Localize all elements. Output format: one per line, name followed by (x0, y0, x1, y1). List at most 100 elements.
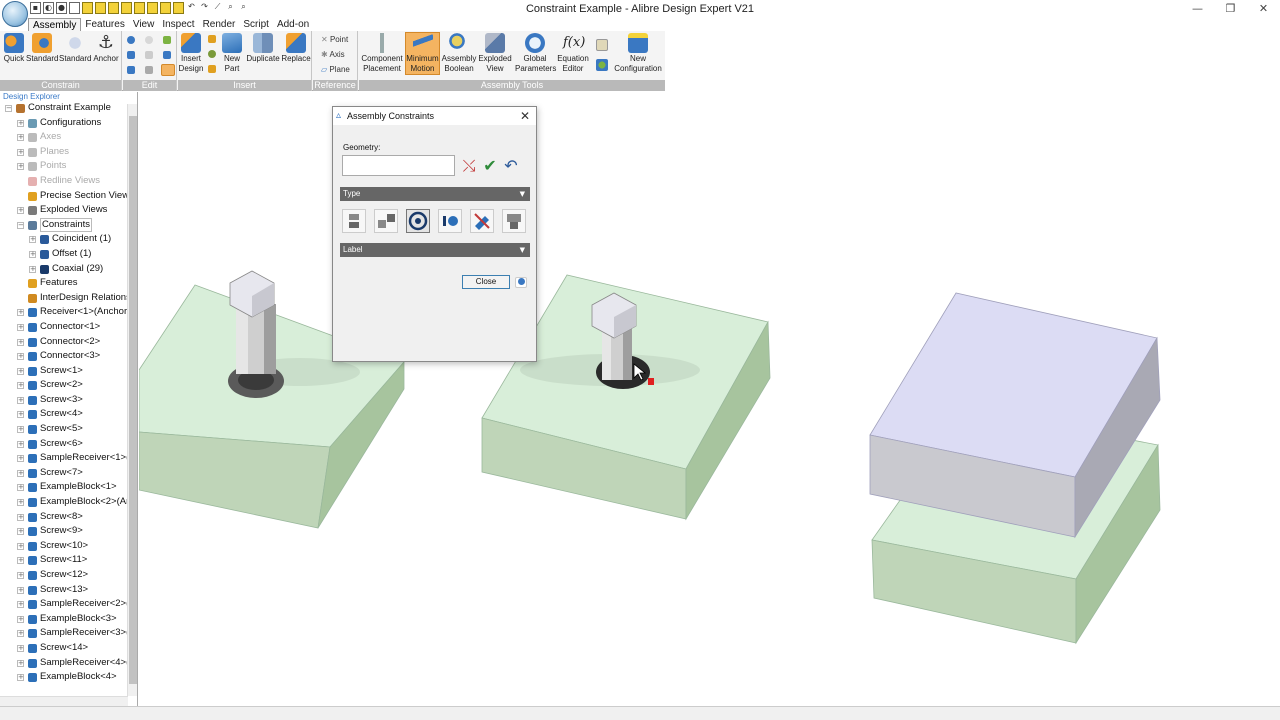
tree-item[interactable]: − Constraint Example (0, 101, 137, 116)
apply-check-icon[interactable]: ✔ (481, 157, 499, 175)
tangent-constraint-button[interactable] (470, 209, 494, 233)
global-parameters-button[interactable]: Global Parameters (515, 33, 556, 74)
expand-icon[interactable]: + (17, 323, 24, 331)
tree-item[interactable]: − Constraints (0, 217, 137, 233)
expand-icon[interactable]: + (17, 382, 24, 390)
collapse-icon[interactable]: − (5, 105, 12, 112)
exploded-view-button[interactable]: Exploded View (477, 33, 513, 74)
standard-constraint-button[interactable]: Standard (26, 33, 58, 64)
label-section-header[interactable]: Label ▼ (340, 243, 530, 257)
orient-constraint-button[interactable] (438, 209, 462, 233)
component-placement-button[interactable]: Component Placement (361, 33, 403, 74)
tab-assembly[interactable]: Assembly (28, 18, 82, 31)
undo-arrow-icon[interactable]: ↶ (502, 157, 520, 175)
expand-icon[interactable]: + (17, 426, 24, 434)
tree-item[interactable]: + Axes (0, 130, 137, 145)
expand-icon[interactable]: + (17, 338, 24, 346)
new-configuration-button[interactable]: New Configuration (611, 33, 665, 74)
tree-item[interactable]: + Configurations (0, 116, 137, 131)
tree-item[interactable]: + Screw<5> (0, 422, 137, 437)
point-button[interactable]: ✕ Point (321, 35, 348, 45)
expand-icon[interactable]: + (17, 411, 24, 419)
expand-icon[interactable]: + (17, 469, 24, 477)
dialog-close-icon[interactable]: ✕ (520, 107, 530, 125)
expand-icon[interactable]: + (17, 513, 24, 521)
tree-scroll-thumb[interactable] (129, 116, 137, 684)
tree-item[interactable]: Redline Views (0, 174, 137, 189)
expand-icon[interactable]: + (17, 207, 24, 215)
tree-item[interactable]: + Screw<7> (0, 466, 137, 481)
insert-design-button[interactable]: Insert Design (178, 33, 204, 74)
plane-button[interactable]: ▱ Plane (321, 65, 350, 75)
new-part-button[interactable]: New Part (220, 33, 244, 74)
tab-view[interactable]: View (129, 18, 159, 31)
tree-item[interactable]: Precise Section Views (0, 189, 137, 204)
mate-constraint-button[interactable] (342, 209, 366, 233)
tree-item[interactable]: + Screw<1> (0, 364, 137, 379)
expand-icon[interactable]: + (17, 440, 24, 448)
tree-item[interactable]: + Coincident (1) (0, 232, 137, 247)
flip-direction-icon[interactable]: ⤯ (460, 157, 478, 175)
expand-icon[interactable]: + (17, 659, 24, 667)
anchor-button[interactable]: ⚓ Anchor (92, 33, 120, 64)
edit-tool-5-icon[interactable] (145, 51, 153, 59)
expand-icon[interactable]: + (17, 134, 24, 142)
stacked-blocks-right[interactable] (869, 292, 1161, 645)
app-logo-icon[interactable] (2, 1, 28, 27)
tab-features[interactable]: Features (81, 18, 128, 31)
tree-item[interactable]: + Screw<3> (0, 393, 137, 408)
target-constraint-button[interactable] (502, 209, 526, 233)
tree-item[interactable]: InterDesign Relations (0, 291, 137, 306)
expand-icon[interactable]: + (17, 528, 24, 536)
axis-button[interactable]: ✱ Axis (321, 50, 345, 60)
tree-item[interactable]: + ExampleBlock<3> (0, 612, 137, 627)
edit-tool-1-icon[interactable] (127, 36, 135, 44)
expand-icon[interactable]: + (17, 309, 24, 317)
coaxial-constraint-button[interactable] (406, 209, 430, 233)
tree-item[interactable]: + ExampleBlock<2>(Anc (0, 495, 137, 510)
expand-icon[interactable]: + (29, 265, 36, 273)
tree-item[interactable]: + Screw<8> (0, 510, 137, 525)
expand-icon[interactable]: + (17, 148, 24, 156)
expand-icon[interactable]: + (17, 557, 24, 565)
tree-item[interactable]: + Screw<12> (0, 568, 137, 583)
tree-item[interactable]: + Screw<14> (0, 641, 137, 656)
tree-item[interactable]: + SampleReceiver<1>(A (0, 451, 137, 466)
tree-item[interactable]: + Screw<6> (0, 437, 137, 452)
maximize-button[interactable]: ❐ (1214, 0, 1247, 18)
globe-tool-icon[interactable] (596, 59, 608, 71)
table-tool-icon[interactable] (596, 39, 608, 51)
expand-icon[interactable]: + (17, 484, 24, 492)
tree-item[interactable]: + Screw<11> (0, 553, 137, 568)
tab-script[interactable]: Script (239, 18, 273, 31)
expand-icon[interactable]: + (17, 367, 24, 375)
insert-tool-3-icon[interactable] (208, 65, 216, 73)
expand-icon[interactable]: + (17, 601, 24, 609)
help-icon[interactable] (515, 277, 527, 288)
insert-tool-1-icon[interactable] (208, 35, 216, 43)
tree-item[interactable]: + Planes (0, 145, 137, 160)
tree-item[interactable]: + Points (0, 159, 137, 174)
tree-item[interactable]: + Exploded Views (0, 203, 137, 218)
tree-vertical-scrollbar[interactable] (127, 104, 137, 696)
expand-icon[interactable]: + (17, 455, 24, 463)
scene-canvas[interactable] (139, 92, 1280, 706)
expand-icon[interactable]: + (17, 499, 24, 507)
collapse-icon[interactable]: − (17, 221, 24, 229)
tab-add-on[interactable]: Add-on (273, 18, 313, 31)
edit-tool-4-icon[interactable] (127, 51, 135, 59)
type-section-header[interactable]: Type ▼ (340, 187, 530, 201)
tree-item[interactable]: + Screw<9> (0, 524, 137, 539)
minimize-button[interactable]: — (1181, 0, 1214, 18)
insert-tool-2-icon[interactable] (208, 50, 216, 58)
tree-item[interactable]: + Screw<2> (0, 378, 137, 393)
assembly-boolean-button[interactable]: Assembly Boolean (441, 33, 477, 74)
tree-horizontal-scrollbar[interactable] (0, 696, 128, 706)
expand-icon[interactable]: + (17, 572, 24, 579)
expand-icon[interactable]: + (17, 615, 24, 623)
tab-inspect[interactable]: Inspect (158, 18, 198, 31)
expand-icon[interactable]: + (17, 353, 24, 361)
expand-icon[interactable]: + (17, 674, 24, 682)
edit-tool-9-icon[interactable] (161, 64, 175, 76)
expand-icon[interactable]: + (17, 630, 24, 638)
